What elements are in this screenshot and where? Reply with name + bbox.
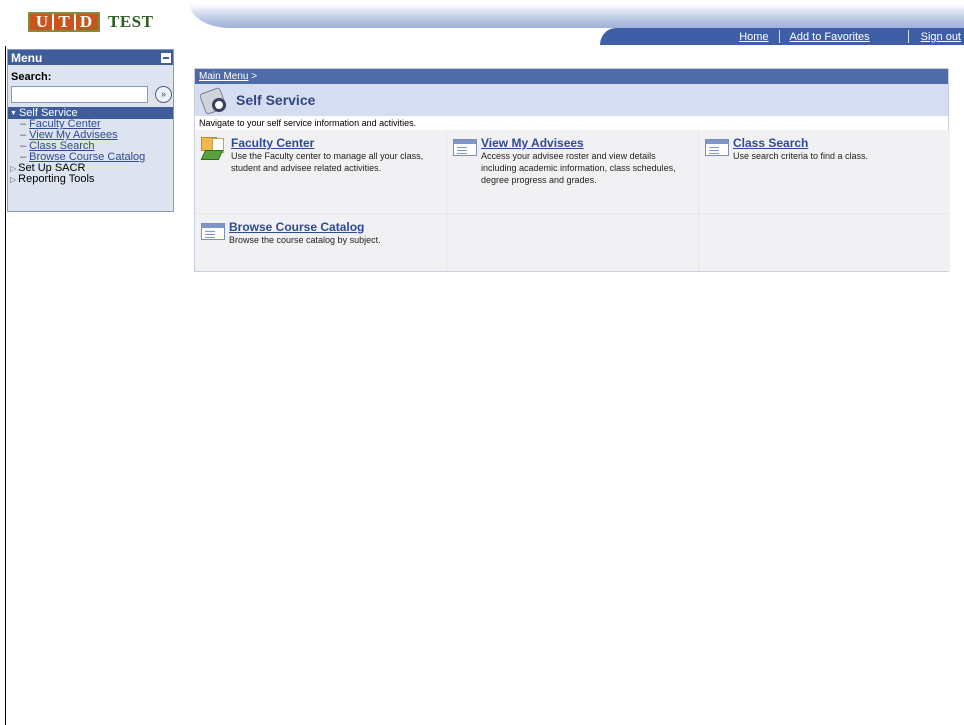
home-link[interactable]: Home [729, 31, 778, 43]
logo-letter-u: U [35, 12, 49, 31]
menu-title: Menu [11, 50, 43, 65]
tile-browse-course-catalog: Browse Course Catalog Browse the course … [195, 214, 446, 246]
title-bar: Self Service [195, 84, 948, 116]
tile-cell: View My Advisees Access your advisee ros… [447, 130, 698, 213]
main-content: Main Menu > Self Service Navigate to you… [194, 68, 950, 272]
page-icon [705, 139, 729, 156]
tile-description: Browse the course catalog by subject. [229, 235, 381, 245]
tile-text: Browse Course Catalog Browse the course … [229, 221, 444, 246]
logo-letter-d: D [79, 12, 93, 31]
class-search-link[interactable]: Class Search [733, 137, 948, 149]
menu-panel: Menu Search: » ▼ Self Service – Faculty … [7, 49, 174, 212]
expanded-triangle-icon: ▼ [10, 109, 17, 117]
faculty-center-icon-book [200, 150, 224, 160]
tile-cell: Class Search Use search criteria to find… [699, 130, 950, 213]
tile-description: Use search criteria to find a class. [733, 151, 869, 161]
self-service-icon-gear [212, 98, 226, 112]
tile-grid: Faculty Center Use the Faculty center to… [195, 130, 950, 271]
view-my-advisees-link[interactable]: View My Advisees [481, 137, 693, 149]
utd-test-logo: U T D TEST [28, 10, 153, 34]
search-go-icon[interactable]: » [155, 86, 172, 103]
sign-out-link[interactable]: Sign out [909, 31, 964, 43]
menu-header: Menu [8, 50, 173, 65]
logo-divider [52, 14, 54, 30]
collapse-icon[interactable] [161, 52, 171, 63]
menu-folder-label: Reporting Tools [18, 173, 95, 185]
page-icon [453, 139, 477, 156]
tile-description: Access your advisee roster and view deta… [481, 151, 676, 185]
menu-folder-reporting-tools[interactable]: ▷ Reporting Tools [8, 174, 173, 185]
tile-cell-empty [447, 214, 698, 271]
breadcrumb-main-menu-link[interactable]: Main Menu [199, 71, 248, 82]
page-subtitle: Navigate to your self service informatio… [195, 116, 948, 130]
logo-divider [74, 14, 76, 30]
search-row: » [8, 83, 173, 103]
header-nav-bar: Home Add to Favorites Sign out [600, 28, 964, 45]
tile-cell-empty [699, 214, 950, 271]
page-icon [201, 223, 225, 240]
faculty-center-icon [200, 137, 227, 163]
tile-text: Class Search Use search criteria to find… [733, 137, 948, 162]
page-title: Self Service [236, 92, 316, 108]
utd-logo-box: U T D [28, 12, 100, 32]
header-banner [190, 4, 964, 28]
page-left-border [5, 46, 6, 725]
faculty-center-link[interactable]: Faculty Center [231, 137, 453, 149]
tile-faculty-center: Faculty Center Use the Faculty center to… [195, 130, 446, 174]
tile-text: View My Advisees Access your advisee ros… [481, 137, 693, 186]
collapsed-triangle-icon: ▷ [10, 164, 17, 173]
tile-description: Use the Faculty center to manage all you… [231, 151, 424, 173]
search-label: Search: [11, 71, 52, 83]
logo-letter-t: T [58, 12, 70, 31]
logo-test-label: TEST [108, 12, 154, 31]
tile-cell: Browse Course Catalog Browse the course … [195, 214, 446, 271]
add-to-favorites-link[interactable]: Add to Favorites [780, 31, 908, 43]
browse-course-catalog-link[interactable]: Browse Course Catalog [229, 221, 444, 233]
collapsed-triangle-icon: ▷ [10, 175, 17, 184]
tile-class-search: Class Search Use search criteria to find… [699, 130, 950, 162]
breadcrumb-separator: > [251, 71, 258, 82]
menu-folder-label: Self Service [18, 106, 78, 119]
tile-cell: Faculty Center Use the Faculty center to… [195, 130, 446, 213]
tile-text: Faculty Center Use the Faculty center to… [231, 137, 453, 174]
tile-view-my-advisees: View My Advisees Access your advisee ros… [447, 130, 698, 186]
self-service-icon [198, 86, 230, 116]
menu-search-input[interactable] [11, 86, 148, 103]
breadcrumb: Main Menu > [195, 69, 948, 84]
